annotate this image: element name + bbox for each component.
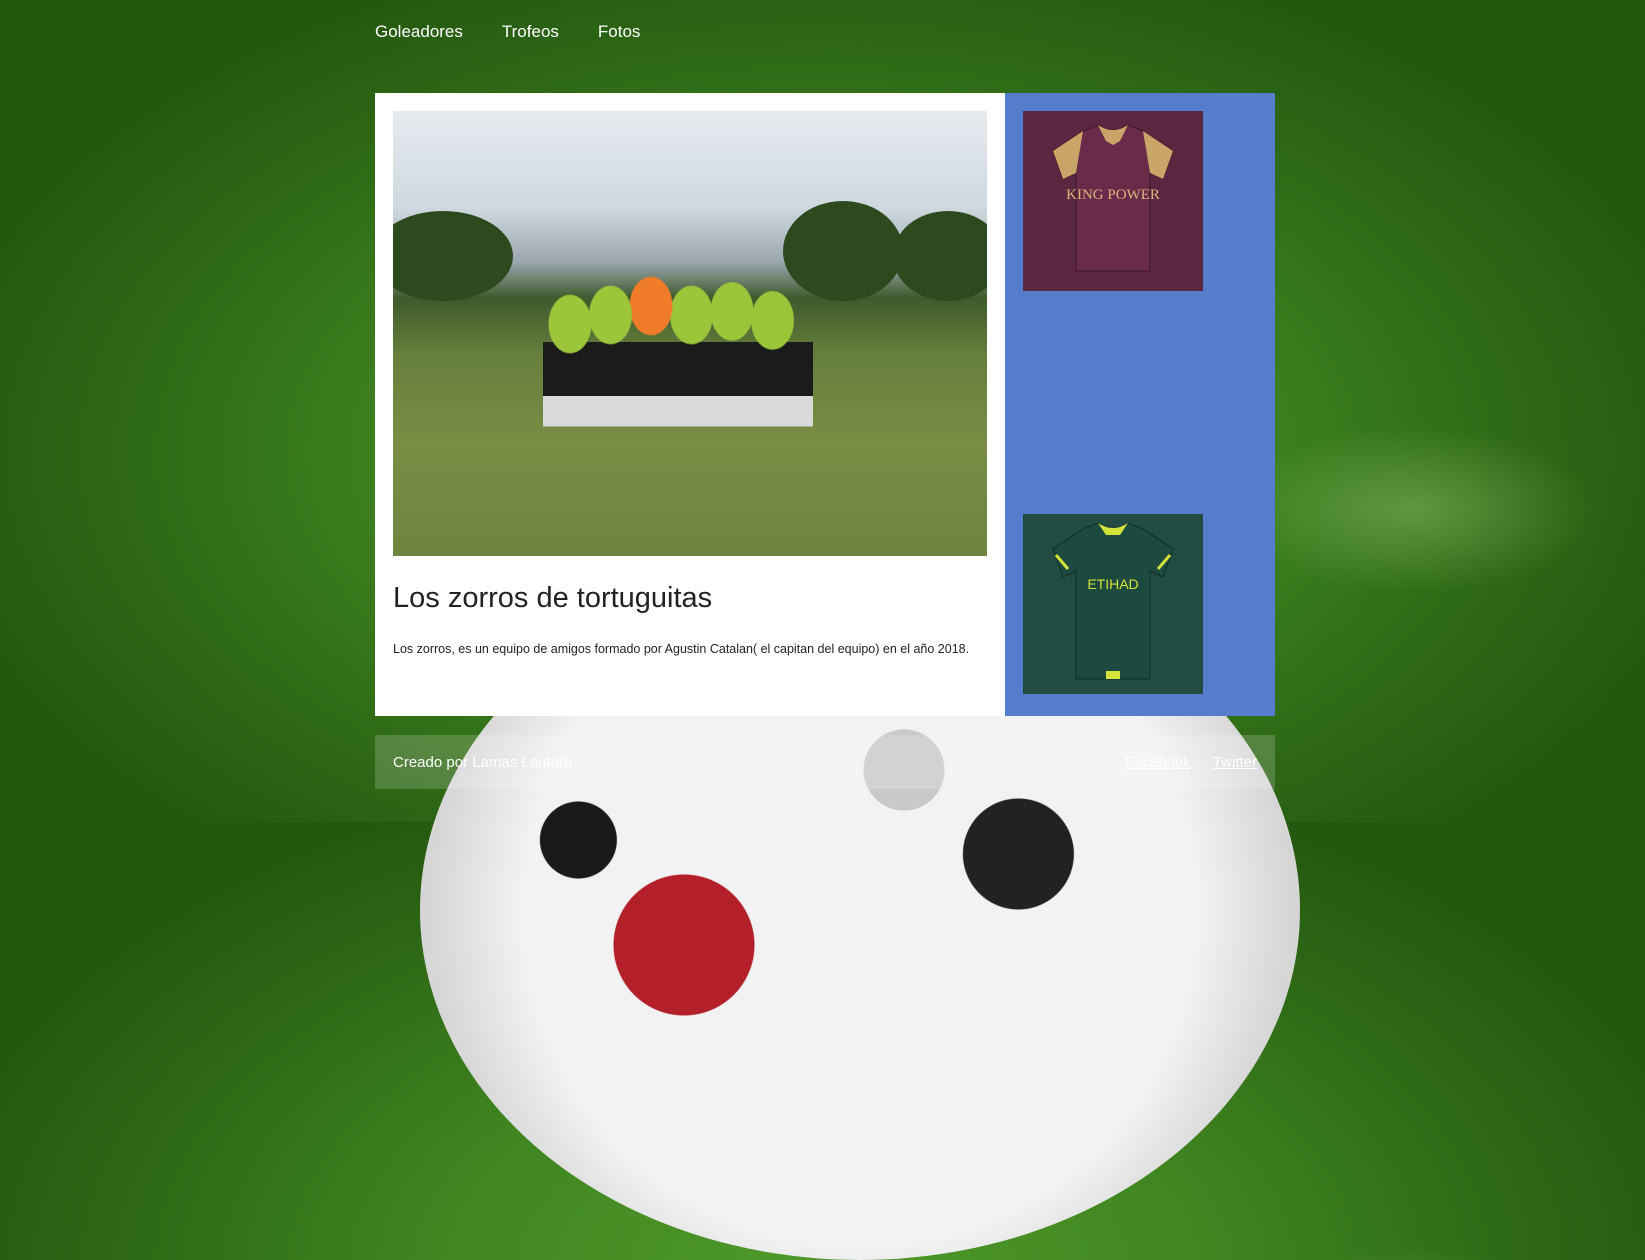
- article-title: Los zorros de tortuguitas: [393, 582, 713, 614]
- sidebar: KING POWER ETIHAD: [1005, 93, 1275, 716]
- jersey-image-mancity: ETIHAD: [1023, 514, 1203, 694]
- facebook-link[interactable]: Facebook: [1125, 754, 1191, 771]
- twitter-link[interactable]: Twitter: [1213, 754, 1257, 771]
- main-nav: Goleadores Trofeos Fotos: [375, 22, 640, 42]
- nav-item-goleadores[interactable]: Goleadores: [375, 22, 463, 42]
- footer-credit: Creado por Lamas Lautaro: [393, 753, 573, 771]
- jersey-shirt-icon: KING POWER: [1052, 124, 1174, 272]
- svg-text:KING POWER: KING POWER: [1066, 187, 1160, 203]
- article-description: Los zorros, es un equipo de amigos forma…: [393, 642, 970, 656]
- svg-text:ETIHAD: ETIHAD: [1087, 576, 1138, 592]
- team-players: [543, 261, 813, 441]
- nav-item-trofeos[interactable]: Trofeos: [502, 22, 559, 42]
- social-links: Facebook Twitter: [1125, 754, 1257, 771]
- main-content: Los zorros de tortuguitas Los zorros, es…: [375, 93, 1005, 716]
- site-footer: Creado por Lamas Lautaro Facebook Twitte…: [375, 735, 1275, 789]
- nav-item-fotos[interactable]: Fotos: [598, 22, 641, 42]
- team-photo: [393, 111, 987, 556]
- jersey-shirt-icon: ETIHAD: [1052, 522, 1174, 680]
- jersey-image-leicester: KING POWER: [1023, 111, 1203, 291]
